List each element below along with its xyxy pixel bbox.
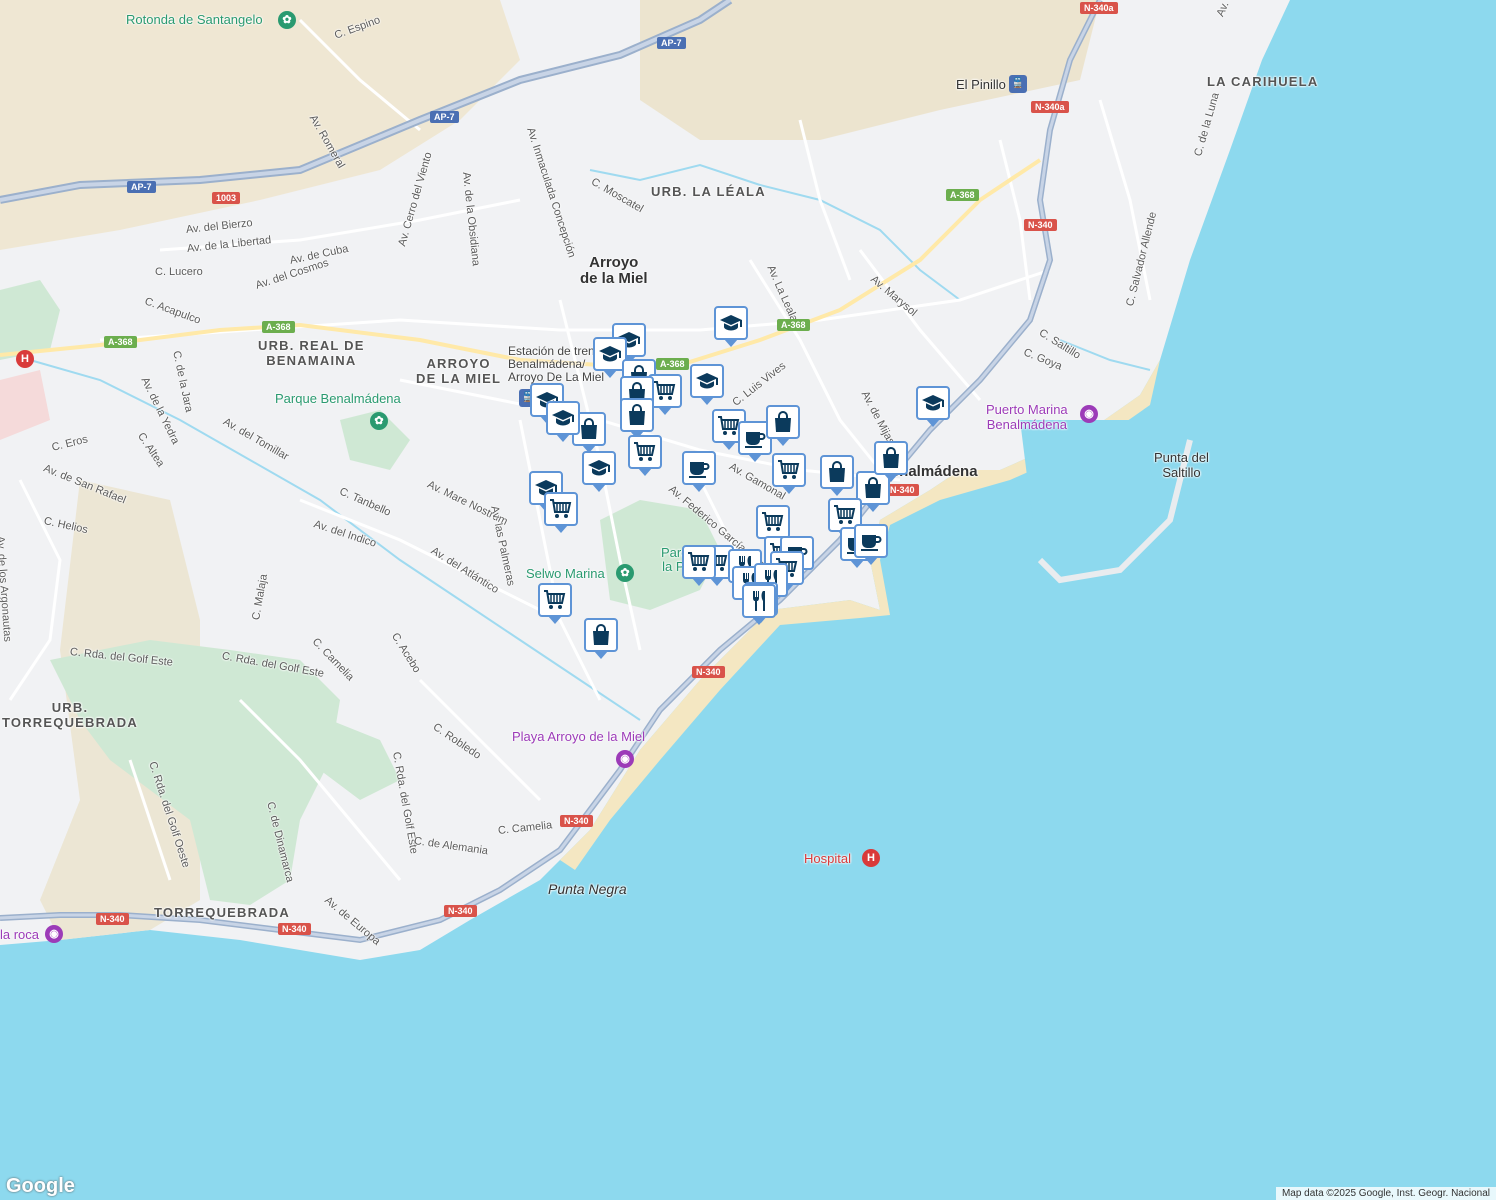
- cart-marker[interactable]: [682, 545, 716, 586]
- hospital-icon[interactable]: H: [862, 849, 880, 867]
- shopping-bag-icon: [589, 623, 613, 647]
- school-icon: [598, 342, 622, 366]
- shopping-bag-icon: [861, 476, 885, 500]
- shopping-bag-icon: [879, 446, 903, 470]
- shopping-bag-icon: [825, 460, 849, 484]
- shopping-bag-marker[interactable]: [874, 441, 908, 482]
- train-station-label[interactable]: Estación de tren Benalmádena/ Arroyo De …: [508, 345, 604, 384]
- road-shield-n340: N-340: [278, 923, 311, 935]
- road-shield-ap7: AP-7: [127, 181, 156, 193]
- coffee-icon: [743, 426, 767, 450]
- zoo-icon[interactable]: ✿: [616, 564, 634, 582]
- camera-icon[interactable]: ◉: [45, 925, 63, 943]
- cart-icon: [687, 550, 711, 574]
- train-icon[interactable]: 🚆: [1009, 75, 1027, 93]
- district-label: URB. LA LÉALA: [651, 184, 766, 199]
- shopping-bag-marker[interactable]: [766, 405, 800, 446]
- poi-rotonda-santangelo[interactable]: Rotonda de Santangelo: [126, 12, 263, 27]
- cart-icon: [549, 497, 573, 521]
- district-label: ARROYO DE LA MIEL: [416, 356, 502, 386]
- road-shield-n340: N-340: [96, 913, 129, 925]
- marina-water: [1020, 420, 1170, 580]
- camera-icon[interactable]: ◉: [616, 750, 634, 768]
- park-icon[interactable]: ✿: [370, 412, 388, 430]
- school-marker[interactable]: [546, 401, 580, 442]
- shopping-bag-marker[interactable]: [584, 618, 618, 659]
- shopping-bag-marker[interactable]: [820, 455, 854, 496]
- shopping-bag-marker[interactable]: [620, 398, 654, 439]
- place-punta-negra: Punta Negra: [548, 881, 627, 897]
- road-shield-n340: N-340: [560, 815, 593, 827]
- place-punta-saltillo: Punta del Saltillo: [1154, 450, 1209, 480]
- coffee-icon: [859, 529, 883, 553]
- poi-puerto-marina[interactable]: Puerto Marina Benalmádena: [986, 402, 1068, 432]
- shopping-bag-icon: [625, 403, 649, 427]
- hospital-icon[interactable]: H: [16, 350, 34, 368]
- road-shield-n340: N-340: [886, 484, 919, 496]
- poi-playa-arroyo[interactable]: Playa Arroyo de la Miel: [512, 729, 645, 744]
- road-shield-a368: A-368: [656, 358, 689, 370]
- park-icon[interactable]: ✿: [278, 11, 296, 29]
- district-label: URB. TORREQUEBRADA: [2, 700, 138, 730]
- cart-icon: [653, 379, 677, 403]
- road-shield-ap7: AP-7: [430, 111, 459, 123]
- camera-icon[interactable]: ◉: [1080, 405, 1098, 423]
- cart-icon: [543, 588, 567, 612]
- town-label: Arroyo de la Miel: [580, 254, 648, 287]
- coffee-marker[interactable]: [854, 524, 888, 565]
- shopping-bag-icon: [577, 417, 601, 441]
- school-icon: [719, 311, 743, 335]
- school-marker[interactable]: [582, 451, 616, 492]
- district-label: TORREQUEBRADA: [154, 905, 290, 920]
- road-shield-a368: A-368: [777, 319, 810, 331]
- school-icon: [695, 369, 719, 393]
- school-icon: [587, 456, 611, 480]
- road-shield-n340: N-340: [1024, 219, 1057, 231]
- school-icon: [551, 406, 575, 430]
- school-marker[interactable]: [690, 364, 724, 405]
- poi-parque-benalmadena[interactable]: Parque Benalmádena: [275, 391, 401, 406]
- restaurant-icon: [747, 589, 771, 613]
- cart-icon: [761, 510, 785, 534]
- road-shield-a368: A-368: [104, 336, 137, 348]
- place-el-pinillo[interactable]: El Pinillo: [956, 77, 1006, 92]
- map-attribution[interactable]: Map data ©2025 Google, Inst. Geogr. Naci…: [1275, 1187, 1496, 1200]
- cart-marker[interactable]: [538, 583, 572, 624]
- cart-icon: [833, 503, 857, 527]
- poi-hospital[interactable]: Hospital: [804, 851, 851, 866]
- school-marker[interactable]: [916, 386, 950, 427]
- road-shield-n340a: N-340a: [1080, 2, 1118, 14]
- road-shield-ap7: AP-7: [657, 37, 686, 49]
- district-label: LA CARIHUELA: [1207, 74, 1319, 89]
- cart-marker[interactable]: [628, 435, 662, 476]
- cart-marker[interactable]: [772, 453, 806, 494]
- road-shield-n340: N-340: [444, 905, 477, 917]
- poi-la-roca[interactable]: la roca: [0, 927, 39, 942]
- cart-icon: [777, 458, 801, 482]
- road-shield-a368: A-368: [262, 321, 295, 333]
- coffee-marker[interactable]: [682, 451, 716, 492]
- school-icon: [921, 391, 945, 415]
- district-label: URB. REAL DE BENAMAINA: [258, 338, 365, 368]
- restaurant-marker[interactable]: [742, 584, 776, 625]
- poi-selwo-marina[interactable]: Selwo Marina: [526, 566, 605, 581]
- road-shield-1003: 1003: [212, 192, 241, 204]
- road-shield-n340: N-340: [692, 666, 725, 678]
- cart-marker[interactable]: [544, 492, 578, 533]
- road-shield-a368: A-368: [946, 189, 979, 201]
- street-label: C. Lucero: [155, 266, 203, 278]
- cart-marker[interactable]: [756, 505, 790, 546]
- cart-icon: [633, 440, 657, 464]
- shopping-bag-icon: [771, 410, 795, 434]
- school-marker[interactable]: [714, 306, 748, 347]
- road-shield-n340a: N-340a: [1031, 101, 1069, 113]
- google-logo: Google: [6, 1175, 75, 1197]
- coffee-icon: [687, 456, 711, 480]
